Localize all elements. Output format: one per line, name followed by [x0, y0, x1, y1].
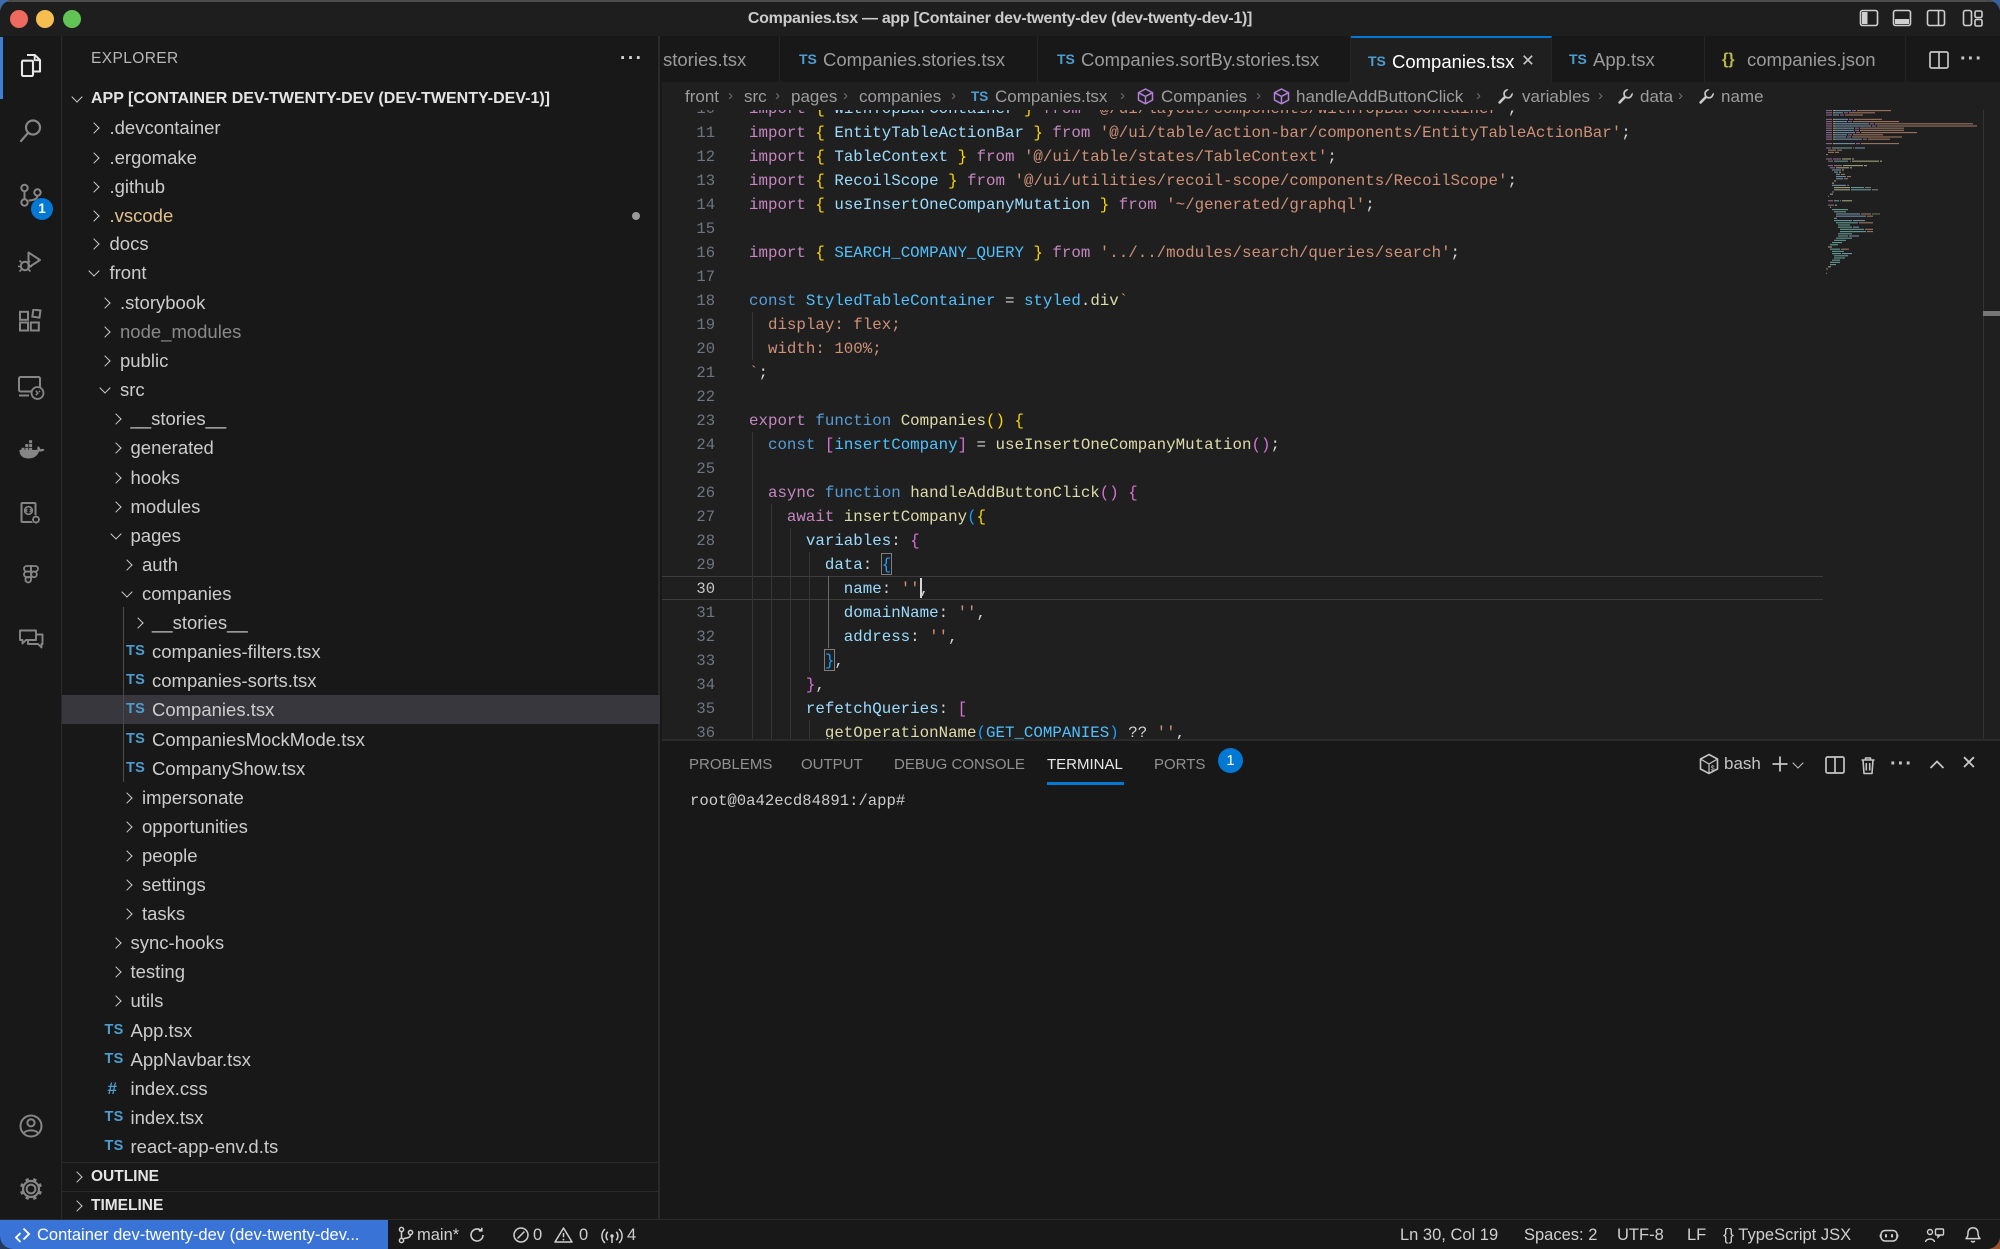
- svg-text:$: $: [1711, 766, 1715, 774]
